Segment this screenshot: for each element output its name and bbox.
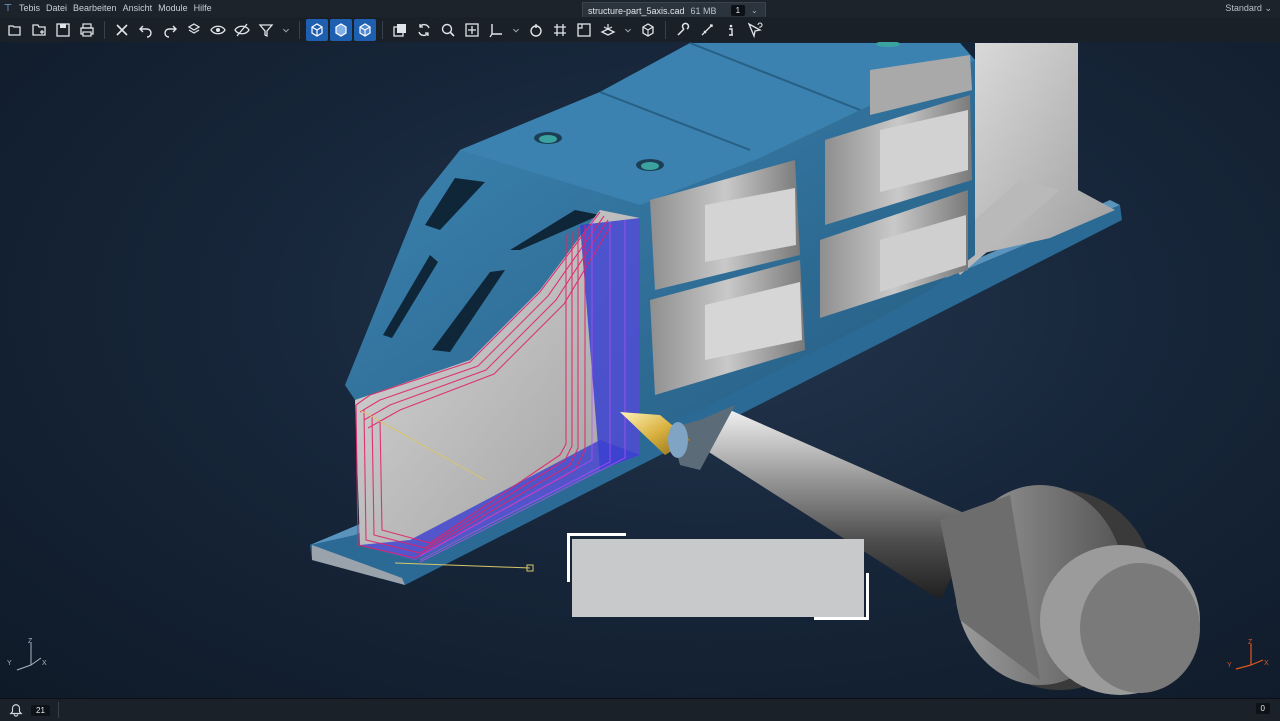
grid-icon[interactable] <box>549 19 571 41</box>
axis-triad: Z Y X <box>1227 639 1269 670</box>
menu-item-tebis[interactable]: Tebis <box>16 0 43 17</box>
save-icon[interactable] <box>52 19 74 41</box>
bell-icon[interactable] <box>9 703 23 717</box>
zoom-fit-icon[interactable] <box>461 19 483 41</box>
triad-z-label: Z <box>28 638 33 645</box>
delete-icon[interactable] <box>111 19 133 41</box>
main-toolbar <box>0 17 1280 43</box>
shaded-view-icon[interactable] <box>330 18 352 41</box>
triad-x-label: X <box>1264 660 1269 667</box>
refresh-icon[interactable] <box>413 19 435 41</box>
window-count-badge: 1 <box>730 5 746 16</box>
axis-triad: Z Y X <box>7 638 47 671</box>
menu-item-ansicht[interactable]: Ansicht <box>120 0 156 17</box>
layout-select[interactable]: Standard ⌄ <box>1225 0 1272 17</box>
layout-label: Standard <box>1225 3 1262 13</box>
box-view-icon[interactable] <box>637 19 659 41</box>
toolbar-separator <box>299 20 300 39</box>
tools-icon[interactable] <box>672 19 694 41</box>
axis-icon[interactable] <box>485 19 507 41</box>
chevron-down-icon: ⌄ <box>1264 3 1272 13</box>
view-icon[interactable] <box>597 19 619 41</box>
filter-icon[interactable] <box>255 19 277 41</box>
document-filename: structure-part_5axis.cad <box>588 5 685 16</box>
caption-frame-corner <box>814 573 869 620</box>
messages-count-badge[interactable]: 21 <box>31 704 50 716</box>
wireframe-view-icon[interactable] <box>306 18 328 41</box>
toolbar-separator <box>382 20 383 39</box>
layer-icon[interactable] <box>183 19 205 41</box>
triad-x-label: X <box>42 660 47 667</box>
chevron-down-icon[interactable] <box>621 19 635 41</box>
toolbar-separator <box>104 20 105 39</box>
layers-icon[interactable] <box>389 19 411 41</box>
open-file-icon[interactable] <box>4 19 26 41</box>
status-count-badge[interactable]: 0 <box>1255 703 1270 714</box>
help-cursor-icon[interactable] <box>744 19 766 41</box>
menu-item-module[interactable]: Module <box>155 0 191 17</box>
chevron-down-icon[interactable] <box>509 19 523 41</box>
app-logo-icon[interactable]: ⊤ <box>0 0 16 17</box>
chevron-down-icon[interactable]: ⌄ <box>751 6 758 15</box>
3d-viewport[interactable]: Z Y X Z Y X <box>0 42 1280 698</box>
menu-bar: ⊤ Tebis Datei Bearbeiten Ansicht Module … <box>0 0 1280 18</box>
measure-icon[interactable] <box>696 19 718 41</box>
status-bar: 21 0 <box>0 698 1280 721</box>
chevron-down-icon[interactable] <box>279 19 293 41</box>
zoom-icon[interactable] <box>437 19 459 41</box>
status-separator <box>57 702 59 718</box>
frame-icon[interactable] <box>573 19 595 41</box>
hide-icon[interactable] <box>231 19 253 41</box>
new-folder-icon[interactable] <box>28 19 50 41</box>
triad-y-label: Y <box>1227 662 1232 669</box>
print-icon[interactable] <box>76 19 98 41</box>
rotate-icon[interactable] <box>525 19 547 41</box>
menu-item-datei[interactable]: Datei <box>43 0 70 17</box>
document-tab[interactable]: structure-part_5axis.cad 61 MB 1 ⌄ <box>582 2 766 18</box>
shaded-edges-view-icon[interactable] <box>354 18 376 41</box>
document-size: 61 MB <box>690 5 717 16</box>
toolbar-separator <box>665 20 666 39</box>
redo-icon[interactable] <box>159 19 181 41</box>
triad-z-label: Z <box>1248 639 1253 646</box>
show-icon[interactable] <box>207 19 229 41</box>
undo-icon[interactable] <box>135 19 157 41</box>
info-icon[interactable] <box>720 19 742 41</box>
menu-item-hilfe[interactable]: Hilfe <box>191 0 215 17</box>
menu-item-bearbeiten[interactable]: Bearbeiten <box>70 0 120 17</box>
triad-y-label: Y <box>7 660 12 667</box>
